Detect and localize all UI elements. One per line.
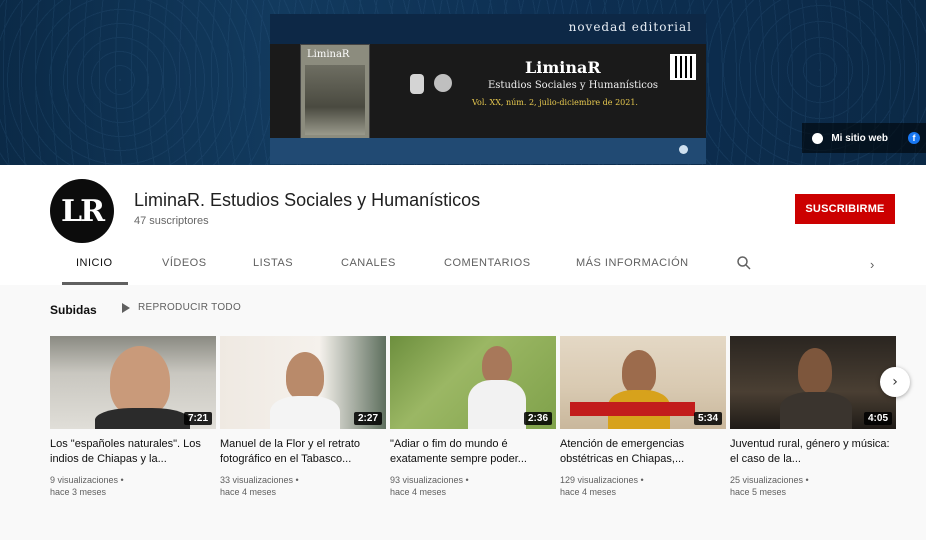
video-views: 33 visualizaciones • bbox=[220, 475, 299, 485]
banner-site-pill bbox=[679, 145, 688, 154]
channel-name: LiminaR. Estudios Sociales y Humanístico… bbox=[134, 190, 481, 210]
thumbnail-person bbox=[110, 346, 170, 416]
video-thumbnail[interactable]: 2:36 bbox=[390, 336, 556, 429]
video-views: 93 visualizaciones • bbox=[390, 475, 469, 485]
play-icon bbox=[122, 302, 130, 313]
video-title[interactable]: Atención de emergencias obstétricas en C… bbox=[560, 437, 726, 467]
uploads-shelf: Subidas REPRODUCIR TODO 7:21 Los "españo… bbox=[0, 285, 926, 540]
video-thumbnail[interactable]: 5:34 bbox=[560, 336, 726, 429]
video-duration: 7:21 bbox=[183, 412, 212, 425]
banner-artwork: novedad editorial LiminaR LiminaR Estudi… bbox=[270, 14, 706, 164]
publisher-label: novedad editorial bbox=[568, 20, 692, 34]
qr-code-icon bbox=[670, 54, 696, 80]
journal-name: LiminaR bbox=[525, 58, 601, 77]
tab-videos[interactable]: VÍDEOS bbox=[162, 257, 207, 269]
banner-bottom-strip bbox=[270, 138, 706, 164]
facebook-icon[interactable]: f bbox=[908, 132, 920, 144]
thumbnail-person bbox=[286, 352, 324, 400]
video-card[interactable]: 2:27 Manuel de la Flor y el retrato foto… bbox=[220, 336, 386, 498]
website-link[interactable]: Mi sitio web bbox=[831, 133, 888, 144]
video-views: 9 visualizaciones • bbox=[50, 475, 124, 485]
banner-links: Mi sitio web f bbox=[802, 123, 926, 153]
video-age: hace 4 meses bbox=[560, 487, 617, 497]
tab-inicio[interactable]: INICIO bbox=[76, 257, 113, 269]
thumbnail-body bbox=[95, 408, 190, 429]
journal-subtitle: Estudios Sociales y Humanísticos bbox=[488, 80, 659, 91]
chevron-right-icon[interactable]: › bbox=[870, 257, 874, 272]
play-all-button[interactable]: REPRODUCIR TODO bbox=[122, 302, 241, 313]
journal-cover: LiminaR bbox=[300, 44, 370, 142]
video-card[interactable]: 4:05 Juventud rural, género y música: el… bbox=[730, 336, 896, 498]
tab-comentarios[interactable]: COMENTARIOS bbox=[444, 257, 531, 269]
video-card[interactable]: 2:36 "Adiar o fim do mundo é exatamente … bbox=[390, 336, 556, 498]
video-thumbnail[interactable]: 4:05 bbox=[730, 336, 896, 429]
globe-icon[interactable] bbox=[812, 132, 824, 144]
video-age: hace 5 meses bbox=[730, 487, 787, 497]
video-card[interactable]: 5:34 Atención de emergencias obstétricas… bbox=[560, 336, 726, 498]
uploads-title[interactable]: Subidas bbox=[50, 303, 97, 317]
video-age: hace 3 meses bbox=[50, 487, 107, 497]
video-duration: 2:27 bbox=[353, 412, 382, 425]
journal-volume: Vol. XX, núm. 2, julio-diciembre de 2021… bbox=[472, 98, 638, 107]
cover-photo bbox=[305, 65, 365, 135]
thumbnail-caption-strip bbox=[570, 402, 695, 416]
video-age: hace 4 meses bbox=[390, 487, 447, 497]
shield-logo-icon bbox=[434, 74, 452, 92]
channel-banner: novedad editorial LiminaR LiminaR Estudi… bbox=[0, 0, 926, 165]
video-title[interactable]: Los "españoles naturales". Los indios de… bbox=[50, 437, 216, 467]
tab-listas[interactable]: LISTAS bbox=[253, 257, 293, 269]
channel-avatar[interactable]: LR bbox=[50, 179, 114, 243]
thumbnail-body bbox=[780, 392, 852, 429]
video-age: hace 4 meses bbox=[220, 487, 277, 497]
tab-canales[interactable]: CANALES bbox=[341, 257, 396, 269]
video-title[interactable]: "Adiar o fim do mundo é exatamente sempr… bbox=[390, 437, 556, 467]
video-title[interactable]: Juventud rural, género y música: el caso… bbox=[730, 437, 896, 467]
video-duration: 2:36 bbox=[523, 412, 552, 425]
video-thumbnail[interactable]: 7:21 bbox=[50, 336, 216, 429]
globe-icon bbox=[679, 145, 688, 154]
thumbnail-person bbox=[482, 346, 512, 384]
subscriber-count: 47 suscriptores bbox=[134, 215, 209, 227]
video-views: 129 visualizaciones • bbox=[560, 475, 644, 485]
institution-logos bbox=[410, 74, 452, 94]
tab-mas-informacion[interactable]: MÁS INFORMACIÓN bbox=[576, 257, 689, 269]
video-duration: 4:05 bbox=[863, 412, 892, 425]
banner-top-strip: novedad editorial bbox=[270, 14, 706, 44]
cover-title: LiminaR bbox=[307, 49, 350, 60]
search-icon[interactable] bbox=[736, 255, 752, 271]
thumbnail-person bbox=[622, 350, 656, 394]
thumbnail-body bbox=[468, 380, 526, 429]
thumbnail-person bbox=[798, 348, 832, 394]
video-card[interactable]: 7:21 Los "españoles naturales". Los indi… bbox=[50, 336, 216, 498]
channel-tabs: INICIO VÍDEOS LISTAS CANALES COMENTARIOS… bbox=[50, 249, 900, 285]
video-title[interactable]: Manuel de la Flor y el retrato fotográfi… bbox=[220, 437, 386, 467]
video-views: 25 visualizaciones • bbox=[730, 475, 809, 485]
channel-header: LR LiminaR. Estudios Sociales y Humaníst… bbox=[0, 165, 926, 285]
thumbnail-body bbox=[270, 396, 340, 429]
video-duration: 5:34 bbox=[693, 412, 722, 425]
play-all-label: REPRODUCIR TODO bbox=[138, 302, 242, 313]
institution-logo-icon bbox=[410, 74, 424, 94]
avatar-logo-text: LR bbox=[60, 193, 105, 229]
subscribe-button[interactable]: SUSCRIBIRME bbox=[795, 194, 895, 224]
shelf-next-button[interactable]: › bbox=[880, 367, 910, 397]
video-thumbnail[interactable]: 2:27 bbox=[220, 336, 386, 429]
